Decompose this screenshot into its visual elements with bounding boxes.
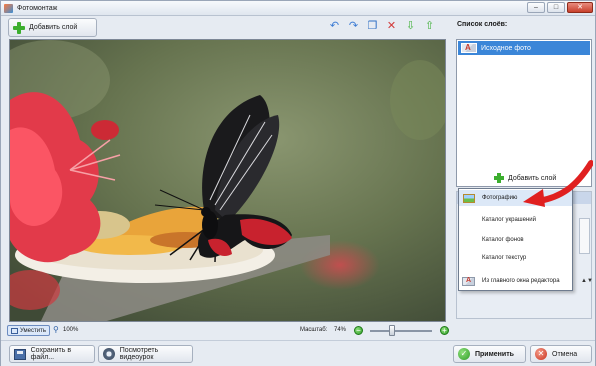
menu-item-label: Каталог текстур bbox=[482, 255, 527, 261]
video-button-label: Посмотреть видеоурок bbox=[119, 347, 159, 361]
cancel-button[interactable]: ✕ Отмена bbox=[530, 345, 592, 363]
watch-video-button[interactable]: Посмотреть видеоурок bbox=[98, 345, 193, 363]
close-button[interactable]: ✕ bbox=[567, 2, 593, 13]
scale-value: 74% bbox=[334, 327, 347, 333]
fit-icon bbox=[11, 327, 18, 334]
delete-icon[interactable]: ✕ bbox=[385, 20, 398, 33]
window-title: Фотомонтаж bbox=[17, 4, 58, 12]
maximize-button[interactable]: □ bbox=[547, 2, 565, 13]
editor-icon bbox=[462, 276, 475, 286]
window-controls: – □ ✕ bbox=[527, 2, 593, 13]
redo-icon[interactable]: ↷ bbox=[347, 20, 360, 33]
zoom-in-button[interactable]: + bbox=[440, 326, 449, 335]
photomontage-window: Фотомонтаж – □ ✕ Добавить слой ↶ ↷ ❐ ✕ ⇩… bbox=[0, 0, 596, 366]
plus-icon bbox=[13, 21, 25, 34]
menu-item-label: Фотографию bbox=[482, 195, 518, 201]
add-layer-button-label: Добавить слой bbox=[29, 24, 78, 31]
zoom-100-button[interactable]: ⚲ 100% bbox=[53, 326, 78, 334]
app-icon bbox=[4, 3, 13, 13]
layer-item-label: Исходное фото bbox=[481, 44, 531, 52]
copy-icon[interactable]: ❐ bbox=[366, 20, 379, 33]
spinner-icon[interactable]: ▲▼ bbox=[581, 278, 593, 284]
fit-button-label: Уместить bbox=[20, 327, 46, 334]
add-layer-button[interactable]: Добавить слой bbox=[8, 18, 97, 37]
save-to-file-button[interactable]: Сохранить в файл... bbox=[9, 345, 95, 363]
menu-item-decorations-catalog[interactable]: Каталог украшений bbox=[459, 212, 572, 228]
bottom-bar: Сохранить в файл... Посмотреть видеоурок… bbox=[1, 340, 595, 366]
layer-item-original-photo[interactable]: Исходное фото bbox=[458, 41, 590, 55]
menu-item-textures-catalog[interactable]: Каталог текстур bbox=[459, 250, 572, 266]
save-button-label: Сохранить в файл... bbox=[30, 347, 72, 361]
photo-canvas[interactable] bbox=[9, 39, 446, 322]
fit-button[interactable]: Уместить bbox=[7, 325, 50, 336]
menu-item-backgrounds-catalog[interactable]: Каталог фонов bbox=[459, 232, 572, 248]
move-down-icon[interactable]: ⇩ bbox=[404, 20, 417, 33]
move-up-icon[interactable]: ⇧ bbox=[423, 20, 436, 33]
title-bar: Фотомонтаж – □ ✕ bbox=[1, 1, 595, 16]
photo-icon bbox=[463, 193, 475, 203]
check-icon: ✓ bbox=[458, 348, 470, 360]
layer-thumbnail-icon bbox=[461, 43, 477, 53]
minimize-button[interactable]: – bbox=[527, 2, 545, 13]
zoom-slider-thumb[interactable] bbox=[389, 325, 395, 336]
zoom-100-label: 100% bbox=[63, 327, 79, 333]
cancel-button-label: Отмена bbox=[552, 350, 578, 358]
menu-item-label: Из главного окна редактора bbox=[482, 278, 560, 284]
plus-icon bbox=[494, 173, 504, 183]
status-bar: Уместить ⚲ 100% Масштаб: 74% − + bbox=[4, 324, 451, 337]
video-camera-icon bbox=[103, 348, 115, 360]
zoom-slider-track[interactable] bbox=[370, 330, 432, 332]
menu-item-label: Каталог украшений bbox=[482, 217, 536, 223]
undo-icon[interactable]: ↶ bbox=[328, 20, 341, 33]
red-pointer-arrow-icon bbox=[523, 160, 593, 207]
toolbar: Добавить слой ↶ ↷ ❐ ✕ ⇩ ⇧ bbox=[4, 17, 451, 39]
save-icon bbox=[14, 348, 26, 360]
butterfly-photo bbox=[10, 40, 445, 321]
zoom-out-button[interactable]: − bbox=[354, 326, 363, 335]
toolbar-icons: ↶ ↷ ❐ ✕ ⇩ ⇧ bbox=[328, 20, 436, 33]
cancel-icon: ✕ bbox=[535, 348, 547, 360]
scale-label: Масштаб: bbox=[300, 327, 328, 333]
magnifier-icon: ⚲ bbox=[53, 325, 59, 334]
apply-button[interactable]: ✓ Применить bbox=[453, 345, 526, 363]
layers-panel-title: Список слоёв: bbox=[457, 21, 508, 28]
menu-item-from-editor[interactable]: Из главного окна редактора bbox=[459, 273, 572, 289]
menu-item-label: Каталог фонов bbox=[482, 237, 524, 243]
properties-control[interactable] bbox=[579, 218, 590, 254]
apply-button-label: Применить bbox=[475, 350, 514, 358]
